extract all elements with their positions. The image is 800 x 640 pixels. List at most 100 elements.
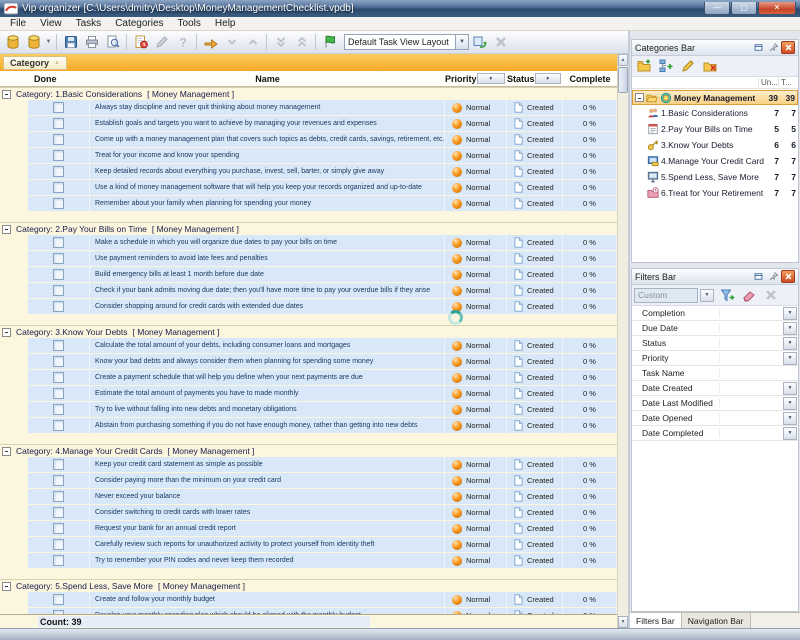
clear-filter-button[interactable] xyxy=(739,285,759,305)
move-top-button[interactable] xyxy=(291,32,312,52)
total-column-header[interactable]: T... xyxy=(778,78,798,87)
task-row[interactable]: Estimate the total amount of payments yo… xyxy=(0,386,617,401)
new-subcategory-button[interactable] xyxy=(656,56,676,76)
edit-task-button[interactable] xyxy=(151,32,172,52)
task-checkbox[interactable] xyxy=(53,475,64,486)
task-checkbox[interactable] xyxy=(53,269,64,280)
move-down-button[interactable] xyxy=(221,32,242,52)
task-row[interactable]: Check if your bank admits moving due dat… xyxy=(0,283,617,298)
apply-filter-button[interactable] xyxy=(717,285,737,305)
task-row[interactable]: Create and follow your monthly budget No… xyxy=(0,592,617,607)
task-row[interactable]: Know your bad debts and always consider … xyxy=(0,354,617,369)
menu-item-categories[interactable]: Categories xyxy=(108,18,170,29)
task-row[interactable]: Create a payment schedule that will help… xyxy=(0,370,617,385)
menu-item-tasks[interactable]: Tasks xyxy=(69,18,109,29)
task-checkbox[interactable] xyxy=(53,237,64,248)
minimize-button[interactable]: — xyxy=(704,2,730,15)
move-up-button[interactable] xyxy=(242,32,263,52)
collapse-tree-icon[interactable] xyxy=(635,93,644,102)
delete-layout-button[interactable] xyxy=(490,32,511,52)
column-header-priority[interactable]: Priority▼ xyxy=(445,73,507,84)
filter-dropdown-icon[interactable]: ▼ xyxy=(783,337,797,350)
new-task-button[interactable] xyxy=(130,32,151,52)
new-category-button[interactable] xyxy=(634,56,654,76)
print-preview-button[interactable] xyxy=(102,32,123,52)
task-help-button[interactable] xyxy=(172,32,193,52)
filter-row-date-completed[interactable]: Date Completed ▼ xyxy=(632,426,798,441)
category-tree-item-6-treat-for-your-retirement[interactable]: 6.Treat for Your Retirement 7 7 xyxy=(632,185,798,201)
task-checkbox[interactable] xyxy=(53,356,64,367)
maximize-button[interactable]: ▢ xyxy=(731,2,757,15)
group-by-category-button[interactable]: Category ▲ xyxy=(3,56,67,70)
group-header[interactable]: Category: 1.Basic Considerations [ Money… xyxy=(0,87,617,100)
category-tree-item-1-basic-considerations[interactable]: 1.Basic Considerations 7 7 xyxy=(632,105,798,121)
uncompleted-column-header[interactable]: Un... xyxy=(758,78,778,87)
task-row[interactable]: Consider shopping around for credit card… xyxy=(0,299,617,314)
tab-filters-bar[interactable]: Filters Bar xyxy=(630,613,682,628)
task-row[interactable]: Keep detailed records about everything y… xyxy=(0,164,617,179)
task-row[interactable]: Come up with a money management plan tha… xyxy=(0,132,617,147)
task-checkbox[interactable] xyxy=(53,420,64,431)
task-row[interactable]: Abstain from purchasing something if you… xyxy=(0,418,617,433)
assign-task-button[interactable] xyxy=(200,32,221,52)
task-row[interactable]: Use payment reminders to avoid late fees… xyxy=(0,251,617,266)
task-row[interactable]: Try to live without falling into new deb… xyxy=(0,402,617,417)
menu-item-view[interactable]: View xyxy=(33,18,69,29)
category-tree-item-3-know-your-debts[interactable]: 3.Know Your Debts 6 6 xyxy=(632,137,798,153)
column-header-complete[interactable]: Complete xyxy=(563,74,617,84)
delete-category-button[interactable] xyxy=(700,56,720,76)
filter-row-due-date[interactable]: Due Date ▼ xyxy=(632,321,798,336)
task-checkbox[interactable] xyxy=(53,102,64,113)
task-row[interactable]: Always stay discipline and never quit th… xyxy=(0,100,617,115)
pane-pin-button[interactable] xyxy=(766,41,780,54)
delete-filter-button[interactable] xyxy=(761,285,781,305)
vertical-scrollbar[interactable]: ▲ ▼ xyxy=(617,54,628,628)
filter-preset-combo[interactable]: Custom xyxy=(634,288,698,303)
task-checkbox[interactable] xyxy=(53,507,64,518)
category-tree-item-5-spend-less-save-more[interactable]: 5.Spend Less, Save More 7 7 xyxy=(632,169,798,185)
category-tree-item-money-management[interactable]: Money Management 39 39 xyxy=(632,90,798,105)
filter-dropdown-icon[interactable]: ▼ xyxy=(783,382,797,395)
group-header[interactable]: Category: 3.Know Your Debts [ Money Mana… xyxy=(0,325,617,338)
filter-dropdown-icon[interactable]: ▼ xyxy=(783,427,797,440)
edit-category-button[interactable] xyxy=(678,56,698,76)
task-checkbox[interactable] xyxy=(53,594,64,605)
task-checkbox[interactable] xyxy=(53,388,64,399)
group-header[interactable]: Category: 5.Spend Less, Save More [ Mone… xyxy=(0,579,617,592)
filter-row-date-created[interactable]: Date Created ▼ xyxy=(632,381,798,396)
task-checkbox[interactable] xyxy=(53,539,64,550)
pane-restore-button[interactable] xyxy=(751,41,765,54)
notifications-button[interactable] xyxy=(319,32,340,52)
task-row[interactable]: Calculate the total amount of your debts… xyxy=(0,338,617,353)
recent-database-button[interactable] xyxy=(23,32,44,52)
collapse-group-icon[interactable] xyxy=(2,582,11,591)
task-row[interactable]: Never exceed your balance Normal Created… xyxy=(0,489,617,504)
filter-row-date-opened[interactable]: Date Opened ▼ xyxy=(632,411,798,426)
task-row[interactable]: Try to remember your PIN codes and never… xyxy=(0,553,617,568)
task-row[interactable]: Establish goals and targets you want to … xyxy=(0,116,617,131)
pane-pin-button[interactable] xyxy=(766,270,780,283)
filter-dropdown-icon[interactable]: ▼ xyxy=(783,412,797,425)
column-header-name[interactable]: Name xyxy=(90,74,445,84)
task-checkbox[interactable] xyxy=(53,301,64,312)
filter-row-task-name[interactable]: Task Name xyxy=(632,366,798,381)
task-row[interactable]: Request your bank for an annual credit r… xyxy=(0,521,617,536)
task-checkbox[interactable] xyxy=(53,118,64,129)
collapse-group-icon[interactable] xyxy=(2,225,11,234)
task-row[interactable]: Build emergency bills at least 1 month b… xyxy=(0,267,617,282)
task-checkbox[interactable] xyxy=(53,372,64,383)
task-checkbox[interactable] xyxy=(53,198,64,209)
collapse-group-icon[interactable] xyxy=(2,447,11,456)
scrollbar-thumb[interactable] xyxy=(618,67,628,93)
recent-database-dropdown-icon[interactable]: ▼ xyxy=(44,32,53,52)
menu-item-file[interactable]: File xyxy=(3,18,33,29)
filter-dropdown-icon[interactable]: ▼ xyxy=(783,322,797,335)
task-view-layout-combo[interactable]: Default Task View Layout xyxy=(344,34,456,50)
filter-row-priority[interactable]: Priority ▼ xyxy=(632,351,798,366)
move-bottom-button[interactable] xyxy=(270,32,291,52)
pane-restore-button[interactable] xyxy=(751,270,765,283)
menu-item-help[interactable]: Help xyxy=(208,18,243,29)
close-button[interactable]: ✕ xyxy=(758,2,796,15)
tab-navigation-bar[interactable]: Navigation Bar xyxy=(682,613,751,628)
task-checkbox[interactable] xyxy=(53,555,64,566)
